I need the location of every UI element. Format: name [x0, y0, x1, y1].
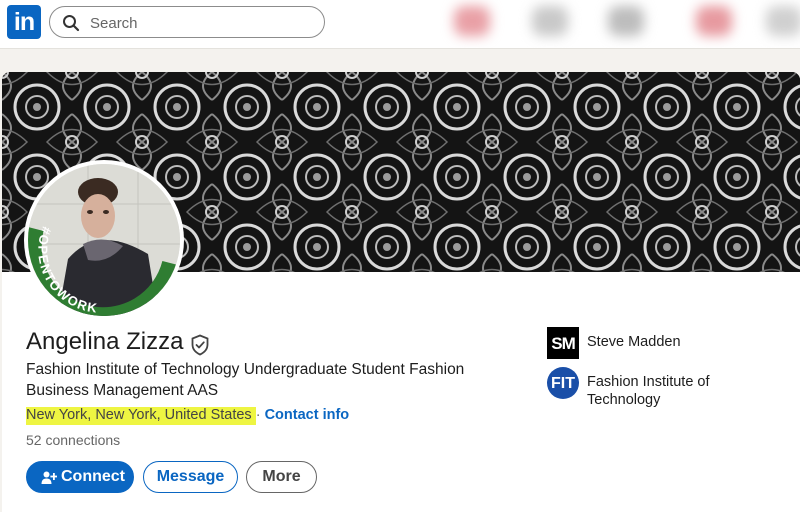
add-person-icon	[41, 471, 57, 484]
top-nav: in	[0, 0, 800, 49]
profile-card: #OPENTOWORK Angelina Zizza Fashion Insti…	[2, 72, 800, 512]
education-label: Fashion Institute of Technology	[587, 374, 710, 408]
profile-location: New York, New York, United States	[26, 407, 256, 425]
steve-madden-logo: SM	[547, 327, 579, 359]
open-to-work-frame: #OPENTOWORK	[28, 225, 180, 316]
nav-icons-blurred	[440, 0, 800, 48]
profile-photo: #OPENTOWORK	[28, 164, 180, 316]
search-input[interactable]	[88, 11, 312, 35]
message-button[interactable]: Message	[143, 461, 238, 493]
connections-count[interactable]: 52 connections	[26, 432, 120, 448]
separator: ·	[255, 407, 261, 423]
profile-name: Angelina Zizza	[26, 328, 184, 355]
experience-label: Steve Madden	[587, 334, 681, 350]
connect-label: Connect	[61, 468, 125, 485]
search-bar[interactable]	[49, 6, 325, 38]
more-button[interactable]: More	[246, 461, 317, 493]
search-icon	[63, 15, 80, 32]
verified-shield-icon[interactable]	[190, 334, 210, 356]
location-line: New York, New York, United States · Conta…	[26, 404, 349, 426]
profile-avatar[interactable]: #OPENTOWORK	[24, 160, 184, 320]
profile-headline: Fashion Institute of Technology Undergra…	[26, 361, 465, 399]
fit-logo: FIT	[547, 367, 579, 399]
contact-info-link[interactable]: Contact info	[265, 407, 350, 423]
linkedin-logo[interactable]: in	[7, 5, 41, 39]
connect-button[interactable]: Connect	[26, 461, 134, 493]
